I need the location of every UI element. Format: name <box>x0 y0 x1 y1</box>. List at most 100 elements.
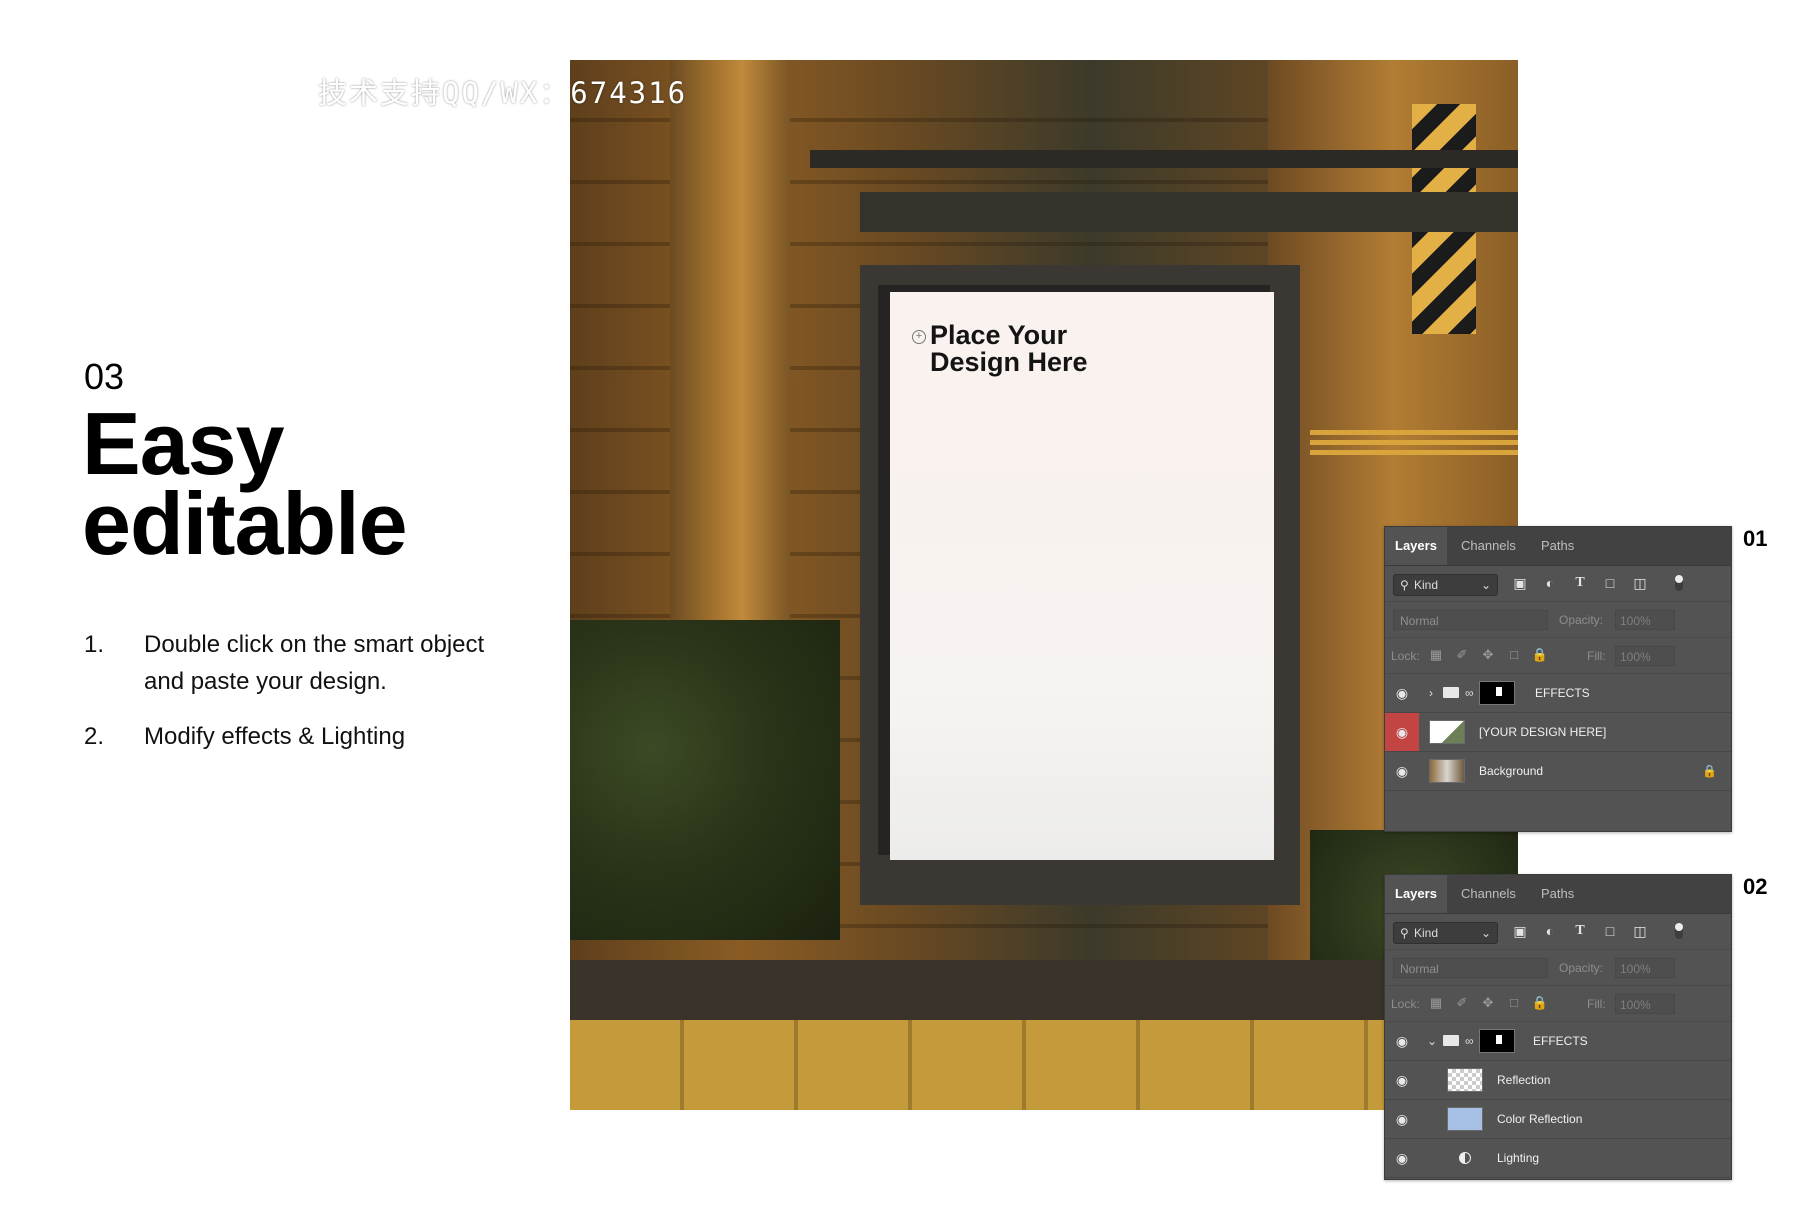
eye-icon[interactable]: ◉ <box>1385 674 1419 712</box>
opacity-label: Opacity: <box>1559 613 1604 627</box>
chain-link-icon: ∞ <box>1465 686 1474 700</box>
background-thumbnail <box>1429 759 1465 783</box>
lock-position-icon[interactable]: ✥ <box>1479 646 1497 664</box>
layer-row[interactable]: ◉ ⌄ ∞ EFFECTS <box>1385 1022 1731 1061</box>
blend-row: Normal Opacity: 100% <box>1385 602 1731 638</box>
tab-layers[interactable]: Layers <box>1385 875 1447 913</box>
smart-object-filter-icon[interactable]: ◫ <box>1631 922 1649 940</box>
search-icon: ⚲ <box>1400 578 1409 592</box>
lock-all-icon[interactable]: 🔒 <box>1531 646 1549 664</box>
kind-label: Kind <box>1414 926 1439 940</box>
blend-mode-select[interactable]: Normal <box>1393 958 1548 978</box>
layer-mask-thumbnail <box>1479 1029 1515 1053</box>
fill-field[interactable]: 100% <box>1615 646 1675 666</box>
headline-line-2: editable <box>82 474 408 573</box>
shape-filter-icon[interactable]: □ <box>1601 574 1619 592</box>
image-filter-icon[interactable]: ▣ <box>1511 574 1529 592</box>
lock-artboard-icon[interactable]: □ <box>1505 994 1523 1012</box>
mockup-photo: + Place Your Design Here <box>570 60 1518 1110</box>
blend-row: Normal Opacity: 100% <box>1385 950 1731 986</box>
tab-paths[interactable]: Paths <box>1531 527 1584 565</box>
kind-filter-select[interactable]: ⚲ Kind ⌄ <box>1393 574 1498 596</box>
chain-link-icon: ∞ <box>1465 1034 1474 1048</box>
filter-toggle[interactable] <box>1675 575 1683 591</box>
lock-pixels-icon[interactable]: ✐ <box>1453 994 1471 1012</box>
chevron-down-icon: ⌄ <box>1480 578 1491 592</box>
chevron-right-icon[interactable]: › <box>1429 674 1433 712</box>
watermark-text: 技术支持QQ/WX：674316 <box>318 76 688 110</box>
eye-icon[interactable]: ◉ <box>1385 1022 1419 1060</box>
lock-transparent-icon[interactable]: ▦ <box>1427 994 1445 1012</box>
eye-icon[interactable]: ◉ <box>1385 752 1419 790</box>
layer-name: Background <box>1479 764 1544 778</box>
layer-name: [YOUR DESIGN HERE] <box>1479 725 1607 739</box>
fill-field[interactable]: 100% <box>1615 994 1675 1014</box>
shape-filter-icon[interactable]: □ <box>1601 922 1619 940</box>
image-filter-icon[interactable]: ▣ <box>1511 922 1529 940</box>
layer-row[interactable]: ◉ Background 🔒 <box>1385 752 1731 791</box>
folder-icon <box>1443 687 1459 698</box>
layer-row[interactable]: ◉ [YOUR DESIGN HERE] <box>1385 713 1731 752</box>
eye-icon[interactable]: ◉ <box>1385 1100 1419 1138</box>
eye-icon[interactable]: ◉ <box>1385 1139 1419 1177</box>
shelter-roof-beam <box>860 192 1518 232</box>
eye-icon[interactable]: ◉ <box>1385 713 1419 751</box>
layer-row[interactable]: ◉ Reflection <box>1385 1061 1731 1100</box>
opacity-field[interactable]: 100% <box>1615 958 1675 978</box>
lock-position-icon[interactable]: ✥ <box>1479 994 1497 1012</box>
chevron-down-icon[interactable]: ⌄ <box>1427 1022 1437 1060</box>
kind-filter-select[interactable]: ⚲ Kind ⌄ <box>1393 922 1498 944</box>
layer-name: EFFECTS <box>1533 1034 1588 1048</box>
adjustment-layer-icon <box>1459 1152 1471 1164</box>
layer-row[interactable]: ◉ › ∞ EFFECTS <box>1385 674 1731 713</box>
instruction-text: Double click on the smart object and pas… <box>144 631 485 695</box>
layer-name: Color Reflection <box>1497 1112 1583 1126</box>
tab-channels[interactable]: Channels <box>1451 527 1526 565</box>
poster-placeholder[interactable]: + Place Your Design Here <box>890 292 1274 860</box>
type-filter-icon[interactable]: T <box>1571 574 1589 592</box>
smart-object-filter-icon[interactable]: ◫ <box>1631 574 1649 592</box>
pavement <box>570 1020 1518 1110</box>
layer-name: Reflection <box>1497 1073 1551 1087</box>
step-number: 03 <box>84 356 125 397</box>
lock-artboard-icon[interactable]: □ <box>1505 646 1523 664</box>
panel-tabs: Layers Channels Paths <box>1385 527 1731 566</box>
wall-stripes <box>1310 430 1518 460</box>
panel-tabs: Layers Channels Paths <box>1385 875 1731 914</box>
layer-row[interactable]: ◉ Lighting <box>1385 1139 1731 1178</box>
tab-channels[interactable]: Channels <box>1451 875 1526 913</box>
tab-paths[interactable]: Paths <box>1531 875 1584 913</box>
transparent-thumbnail <box>1447 1068 1483 1092</box>
lock-row: Lock: ▦ ✐ ✥ □ 🔒 Fill: 100% <box>1385 638 1731 674</box>
filter-toggle[interactable] <box>1675 923 1683 939</box>
opacity-field[interactable]: 100% <box>1615 610 1675 630</box>
fill-label: Fill: <box>1587 649 1606 663</box>
filter-row: ⚲ Kind ⌄ ▣ ◐ T □ ◫ <box>1385 914 1731 950</box>
layer-row[interactable]: ◉ Color Reflection <box>1385 1100 1731 1139</box>
layer-name: Lighting <box>1497 1151 1540 1165</box>
headline-line-1: Easy <box>82 394 285 493</box>
fill-label: Fill: <box>1587 997 1606 1011</box>
layers-panel-01: Layers Channels Paths ⚲ Kind ⌄ ▣ ◐ T □ ◫… <box>1384 526 1732 832</box>
blend-mode-select[interactable]: Normal <box>1393 610 1548 630</box>
adjustment-filter-icon[interactable]: ◐ <box>1541 922 1559 940</box>
panel-number-02: 02 <box>1743 874 1768 899</box>
poster-line-2: Design Here <box>930 347 1088 377</box>
headline: Easy editable <box>82 394 408 573</box>
lock-pixels-icon[interactable]: ✐ <box>1453 646 1471 664</box>
sidewalk-curb <box>570 960 1518 1020</box>
adjustment-filter-icon[interactable]: ◐ <box>1541 574 1559 592</box>
instruction-text: Modify effects & Lighting <box>144 723 406 750</box>
instruction-number: 2. <box>84 723 105 750</box>
type-filter-icon[interactable]: T <box>1571 922 1589 940</box>
eye-icon[interactable]: ◉ <box>1385 1061 1419 1099</box>
crosshair-icon: + <box>912 330 926 344</box>
filter-row: ⚲ Kind ⌄ ▣ ◐ T □ ◫ <box>1385 566 1731 602</box>
lock-transparent-icon[interactable]: ▦ <box>1427 646 1445 664</box>
tab-layers[interactable]: Layers <box>1385 527 1447 565</box>
opacity-label: Opacity: <box>1559 961 1604 975</box>
lock-all-icon[interactable]: 🔒 <box>1531 994 1549 1012</box>
lock-label: Lock: <box>1391 997 1420 1011</box>
kind-label: Kind <box>1414 578 1439 592</box>
lock-label: Lock: <box>1391 649 1420 663</box>
